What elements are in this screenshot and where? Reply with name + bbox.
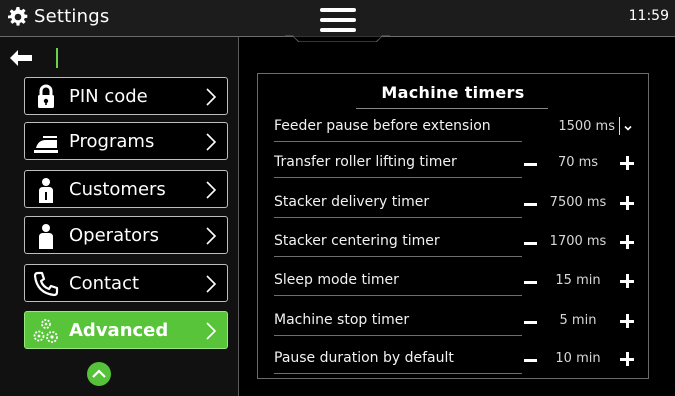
lock-icon: [38, 84, 54, 108]
hamburger-menu-icon[interactable]: [320, 8, 356, 34]
timer-label: Sleep mode timer: [274, 272, 399, 288]
sidebar-item-customers[interactable]: Customers: [24, 170, 228, 208]
timer-value: 70 ms: [557, 155, 599, 170]
increment-button[interactable]: [620, 314, 634, 328]
sidebar-item-label: Operators: [69, 225, 159, 246]
chevron-right-icon: [206, 275, 217, 293]
increment-button[interactable]: [620, 352, 634, 366]
timer-label: Stacker delivery timer: [274, 194, 430, 210]
sidebar-item-pin-code[interactable]: PIN code: [24, 77, 228, 115]
chevron-right-icon: [206, 88, 217, 106]
increment-button[interactable]: [620, 274, 634, 288]
chevron-down-icon[interactable]: [624, 125, 632, 131]
sidebar-item-operators[interactable]: Operators: [24, 216, 228, 254]
increment-button[interactable]: [620, 235, 634, 249]
panel-title: Machine timers: [381, 83, 525, 102]
timer-value: 7500 ms: [549, 195, 607, 210]
chevron-up-icon: [92, 369, 106, 378]
chevron-right-icon: [206, 322, 217, 340]
timer-row-stacker-delivery: Stacker delivery timer 7500 ms: [274, 190, 638, 218]
gear-icon: [8, 7, 28, 26]
chevron-right-icon: [206, 133, 217, 151]
phone-icon: [33, 271, 59, 297]
back-divider: [56, 48, 58, 68]
sidebar-item-programs[interactable]: Programs: [24, 122, 228, 160]
timer-value: 10 min: [555, 351, 601, 366]
scroll-up-button[interactable]: [87, 362, 111, 386]
chevron-right-icon: [206, 227, 217, 245]
timer-label: Machine stop timer: [274, 312, 410, 328]
timer-label: Transfer roller lifting timer: [274, 154, 457, 170]
row-divider: [274, 256, 522, 257]
sidebar-item-label: Advanced: [69, 320, 169, 341]
timer-label: Pause duration by default: [274, 350, 454, 366]
row-divider: [274, 335, 522, 336]
timer-row-sleep-mode: Sleep mode timer 15 min: [274, 268, 638, 296]
iron-icon: [34, 136, 58, 153]
customer-person-icon: [39, 178, 53, 203]
operator-person-icon: [39, 224, 53, 249]
timer-row-machine-stop: Machine stop timer 5 min: [274, 308, 638, 336]
title-divider: [356, 108, 548, 109]
timer-row-pause-duration: Pause duration by default 10 min: [274, 346, 638, 374]
timer-label: Feeder pause before extension: [274, 118, 491, 134]
gears-icon: [33, 319, 58, 343]
timer-label: Stacker centering timer: [274, 233, 440, 249]
timer-value: 1700 ms: [549, 234, 607, 249]
timer-value: 15 min: [555, 273, 601, 288]
timer-row-stacker-centering: Stacker centering timer 1700 ms: [274, 229, 638, 257]
machine-timers-panel: Machine timers Feeder pause before exten…: [257, 73, 649, 379]
sidebar-item-label: Customers: [69, 179, 166, 200]
sidebar-item-contact[interactable]: Contact: [24, 264, 228, 302]
increment-button[interactable]: [620, 156, 634, 170]
sidebar-item-label: PIN code: [69, 86, 148, 107]
clock: 11:59: [628, 8, 669, 24]
page-title: Settings: [34, 6, 110, 27]
row-divider: [274, 217, 522, 218]
timer-value[interactable]: 1500 ms: [543, 119, 615, 134]
back-button[interactable]: [10, 48, 58, 68]
timer-row-feeder-pause: Feeder pause before extension 1500 ms: [274, 114, 638, 142]
row-divider: [274, 141, 522, 142]
row-divider: [274, 373, 522, 374]
menu-tab: [285, 0, 390, 42]
sidebar-item-advanced[interactable]: Advanced: [24, 311, 228, 349]
dropdown-separator: [619, 117, 620, 135]
timer-value: 5 min: [559, 313, 597, 328]
arrow-left-icon: [10, 50, 32, 66]
sidebar-item-label: Contact: [69, 273, 140, 294]
sidebar-item-label: Programs: [69, 131, 155, 152]
timer-row-transfer-roller: Transfer roller lifting timer 70 ms: [274, 150, 638, 178]
increment-button[interactable]: [620, 196, 634, 210]
chevron-right-icon: [206, 181, 217, 199]
row-divider: [274, 295, 522, 296]
row-divider: [274, 177, 522, 178]
